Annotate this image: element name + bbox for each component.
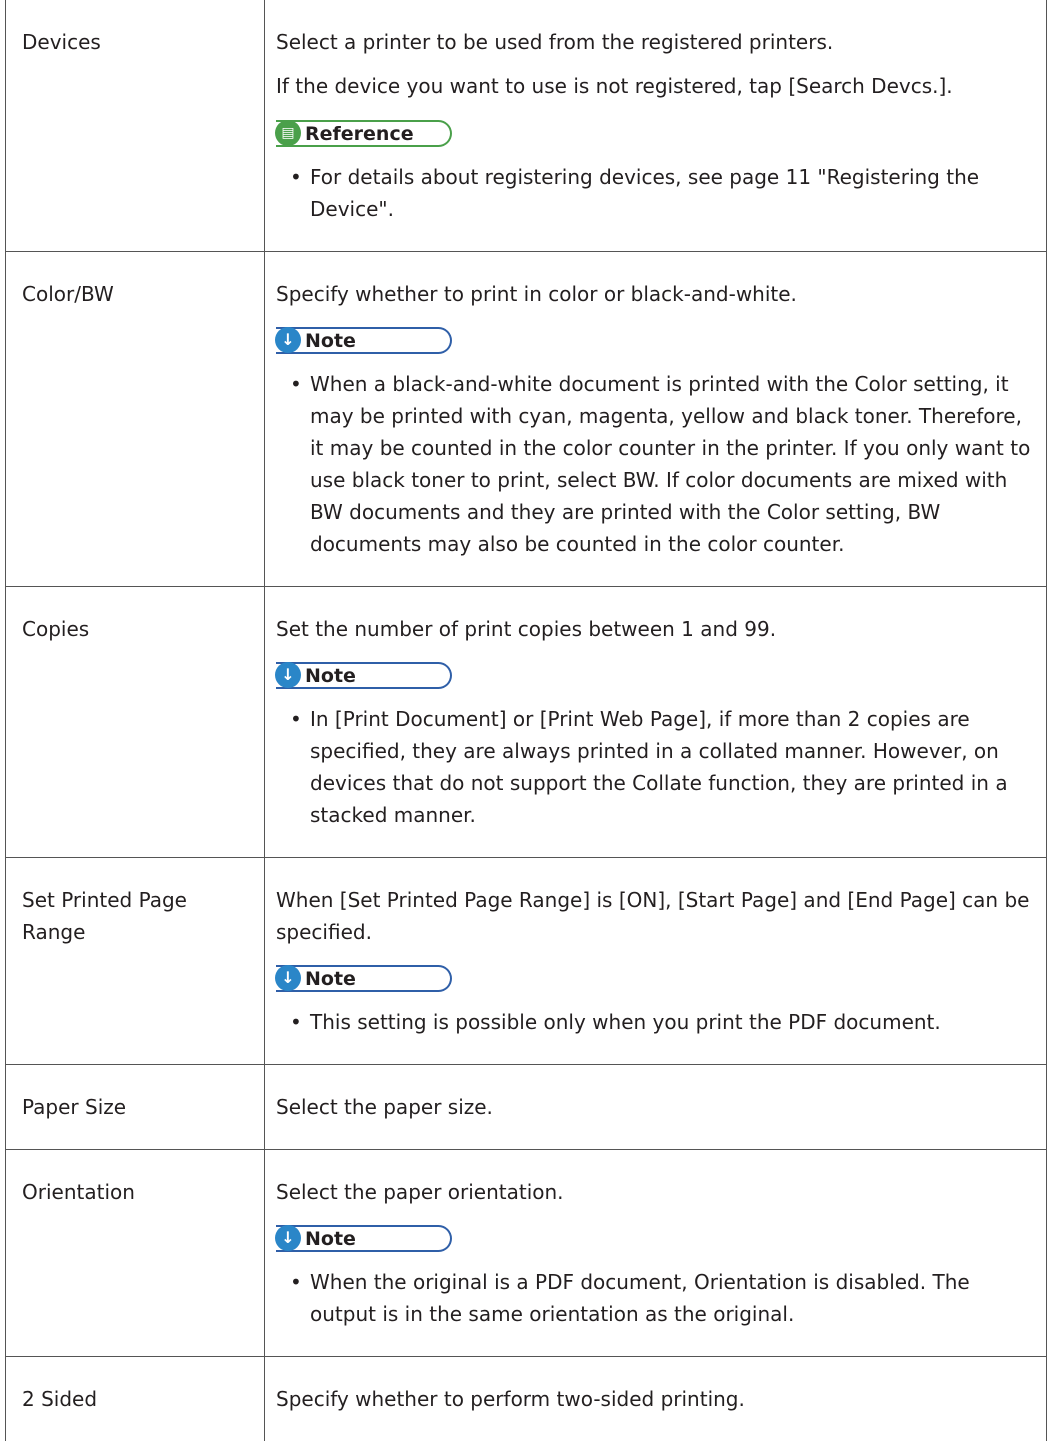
table-row: Color/BW Specify whether to print in col… (6, 252, 1047, 587)
bullet-item: When a black-and-white document is print… (310, 368, 1032, 560)
setting-name: Orientation (6, 1150, 265, 1357)
setting-description: Specify whether to print in color or bla… (265, 252, 1047, 587)
bullet-list: In [Print Document] or [Print Web Page],… (276, 703, 1032, 831)
note-callout: ↓ Note (276, 1225, 452, 1252)
callout-label: Reference (305, 122, 414, 146)
callout-label: Note (305, 664, 356, 688)
bullet-list: When the original is a PDF document, Ori… (276, 1266, 1032, 1330)
note-callout: ↓ Note (276, 662, 452, 689)
note-down-arrow-icon: ↓ (275, 1225, 301, 1251)
description-text: Select the paper orientation. (276, 1176, 1032, 1208)
setting-name: 2 Sided (6, 1357, 265, 1441)
setting-description: Select the paper orientation. ↓ Note Whe… (265, 1150, 1047, 1357)
setting-name: Devices (6, 0, 265, 252)
description-text: Select a printer to be used from the reg… (276, 26, 1032, 58)
table-row: Paper Size Select the paper size. (6, 1065, 1047, 1150)
note-down-arrow-icon: ↓ (275, 662, 301, 688)
callout-label: Note (305, 967, 356, 991)
description-text: Specify whether to perform two-sided pri… (276, 1383, 1032, 1415)
description-text: If the device you want to use is not reg… (276, 70, 1032, 102)
setting-name: Copies (6, 587, 265, 858)
note-callout: ↓ Note (276, 327, 452, 354)
note-down-arrow-icon: ↓ (275, 965, 301, 991)
description-text: Set the number of print copies between 1… (276, 613, 1032, 645)
bullet-list: When a black-and-white document is print… (276, 368, 1032, 560)
bullet-item: In [Print Document] or [Print Web Page],… (310, 703, 1032, 831)
reference-callout: ▤ Reference (276, 120, 452, 147)
bullet-list: For details about registering devices, s… (276, 161, 1032, 225)
setting-description: Set the number of print copies between 1… (265, 587, 1047, 858)
callout-label: Note (305, 329, 356, 353)
settings-table: Devices Select a printer to be used from… (5, 0, 1047, 1441)
note-callout: ↓ Note (276, 965, 452, 992)
setting-description: Specify whether to perform two-sided pri… (265, 1357, 1047, 1441)
table-row: Devices Select a printer to be used from… (6, 0, 1047, 252)
description-text: When [Set Printed Page Range] is [ON], [… (276, 884, 1032, 948)
table-row: 2 Sided Specify whether to perform two-s… (6, 1357, 1047, 1441)
bullet-item: When the original is a PDF document, Ori… (310, 1266, 1032, 1330)
bullet-item: For details about registering devices, s… (310, 161, 1032, 225)
table-row: Copies Set the number of print copies be… (6, 587, 1047, 858)
setting-description: When [Set Printed Page Range] is [ON], [… (265, 858, 1047, 1065)
table-row: Set Printed Page Range When [Set Printed… (6, 858, 1047, 1065)
callout-label: Note (305, 1227, 356, 1251)
setting-name: Paper Size (6, 1065, 265, 1150)
note-down-arrow-icon: ↓ (275, 327, 301, 353)
bullet-item: This setting is possible only when you p… (310, 1006, 1032, 1038)
reference-icon: ▤ (275, 120, 301, 146)
description-text: Select the paper size. (276, 1091, 1032, 1123)
bullet-list: This setting is possible only when you p… (276, 1006, 1032, 1038)
setting-name: Color/BW (6, 252, 265, 587)
setting-name: Set Printed Page Range (6, 858, 265, 1065)
description-text: Specify whether to print in color or bla… (276, 278, 1032, 310)
table-row: Orientation Select the paper orientation… (6, 1150, 1047, 1357)
setting-description: Select the paper size. (265, 1065, 1047, 1150)
setting-description: Select a printer to be used from the reg… (265, 0, 1047, 252)
